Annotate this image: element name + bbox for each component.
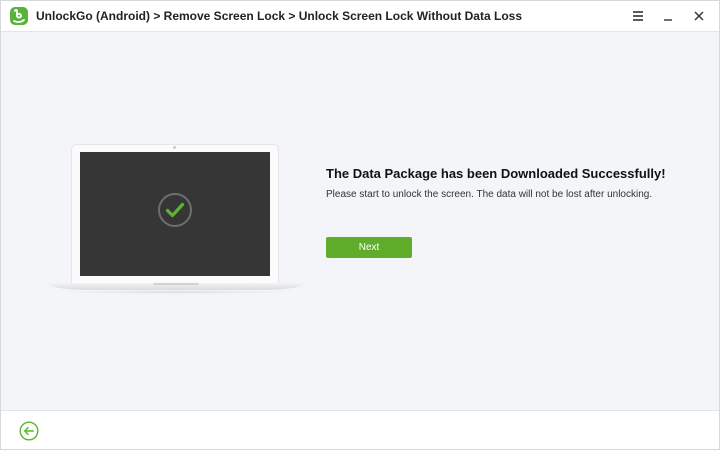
menu-icon[interactable] xyxy=(629,7,647,25)
unlockgo-logo-icon xyxy=(10,7,28,25)
window-title: UnlockGo (Android) > Remove Screen Lock … xyxy=(36,9,522,23)
success-check-icon xyxy=(157,192,193,228)
back-arrow-icon[interactable] xyxy=(19,421,39,441)
laptop-screen xyxy=(80,152,270,276)
minimize-icon[interactable] xyxy=(659,7,677,25)
next-button[interactable]: Next xyxy=(326,237,412,258)
success-title: The Data Package has been Downloaded Suc… xyxy=(326,166,666,181)
app-window: UnlockGo (Android) > Remove Screen Lock … xyxy=(0,0,720,450)
success-description: Please start to unlock the screen. The d… xyxy=(326,189,653,200)
title-bar: UnlockGo (Android) > Remove Screen Lock … xyxy=(1,1,719,32)
laptop-camera xyxy=(173,146,176,149)
laptop-illustration xyxy=(49,137,305,297)
laptop-notch xyxy=(153,283,199,285)
close-icon[interactable] xyxy=(690,7,708,25)
footer-bar xyxy=(1,410,719,449)
laptop-shadow xyxy=(55,290,297,294)
